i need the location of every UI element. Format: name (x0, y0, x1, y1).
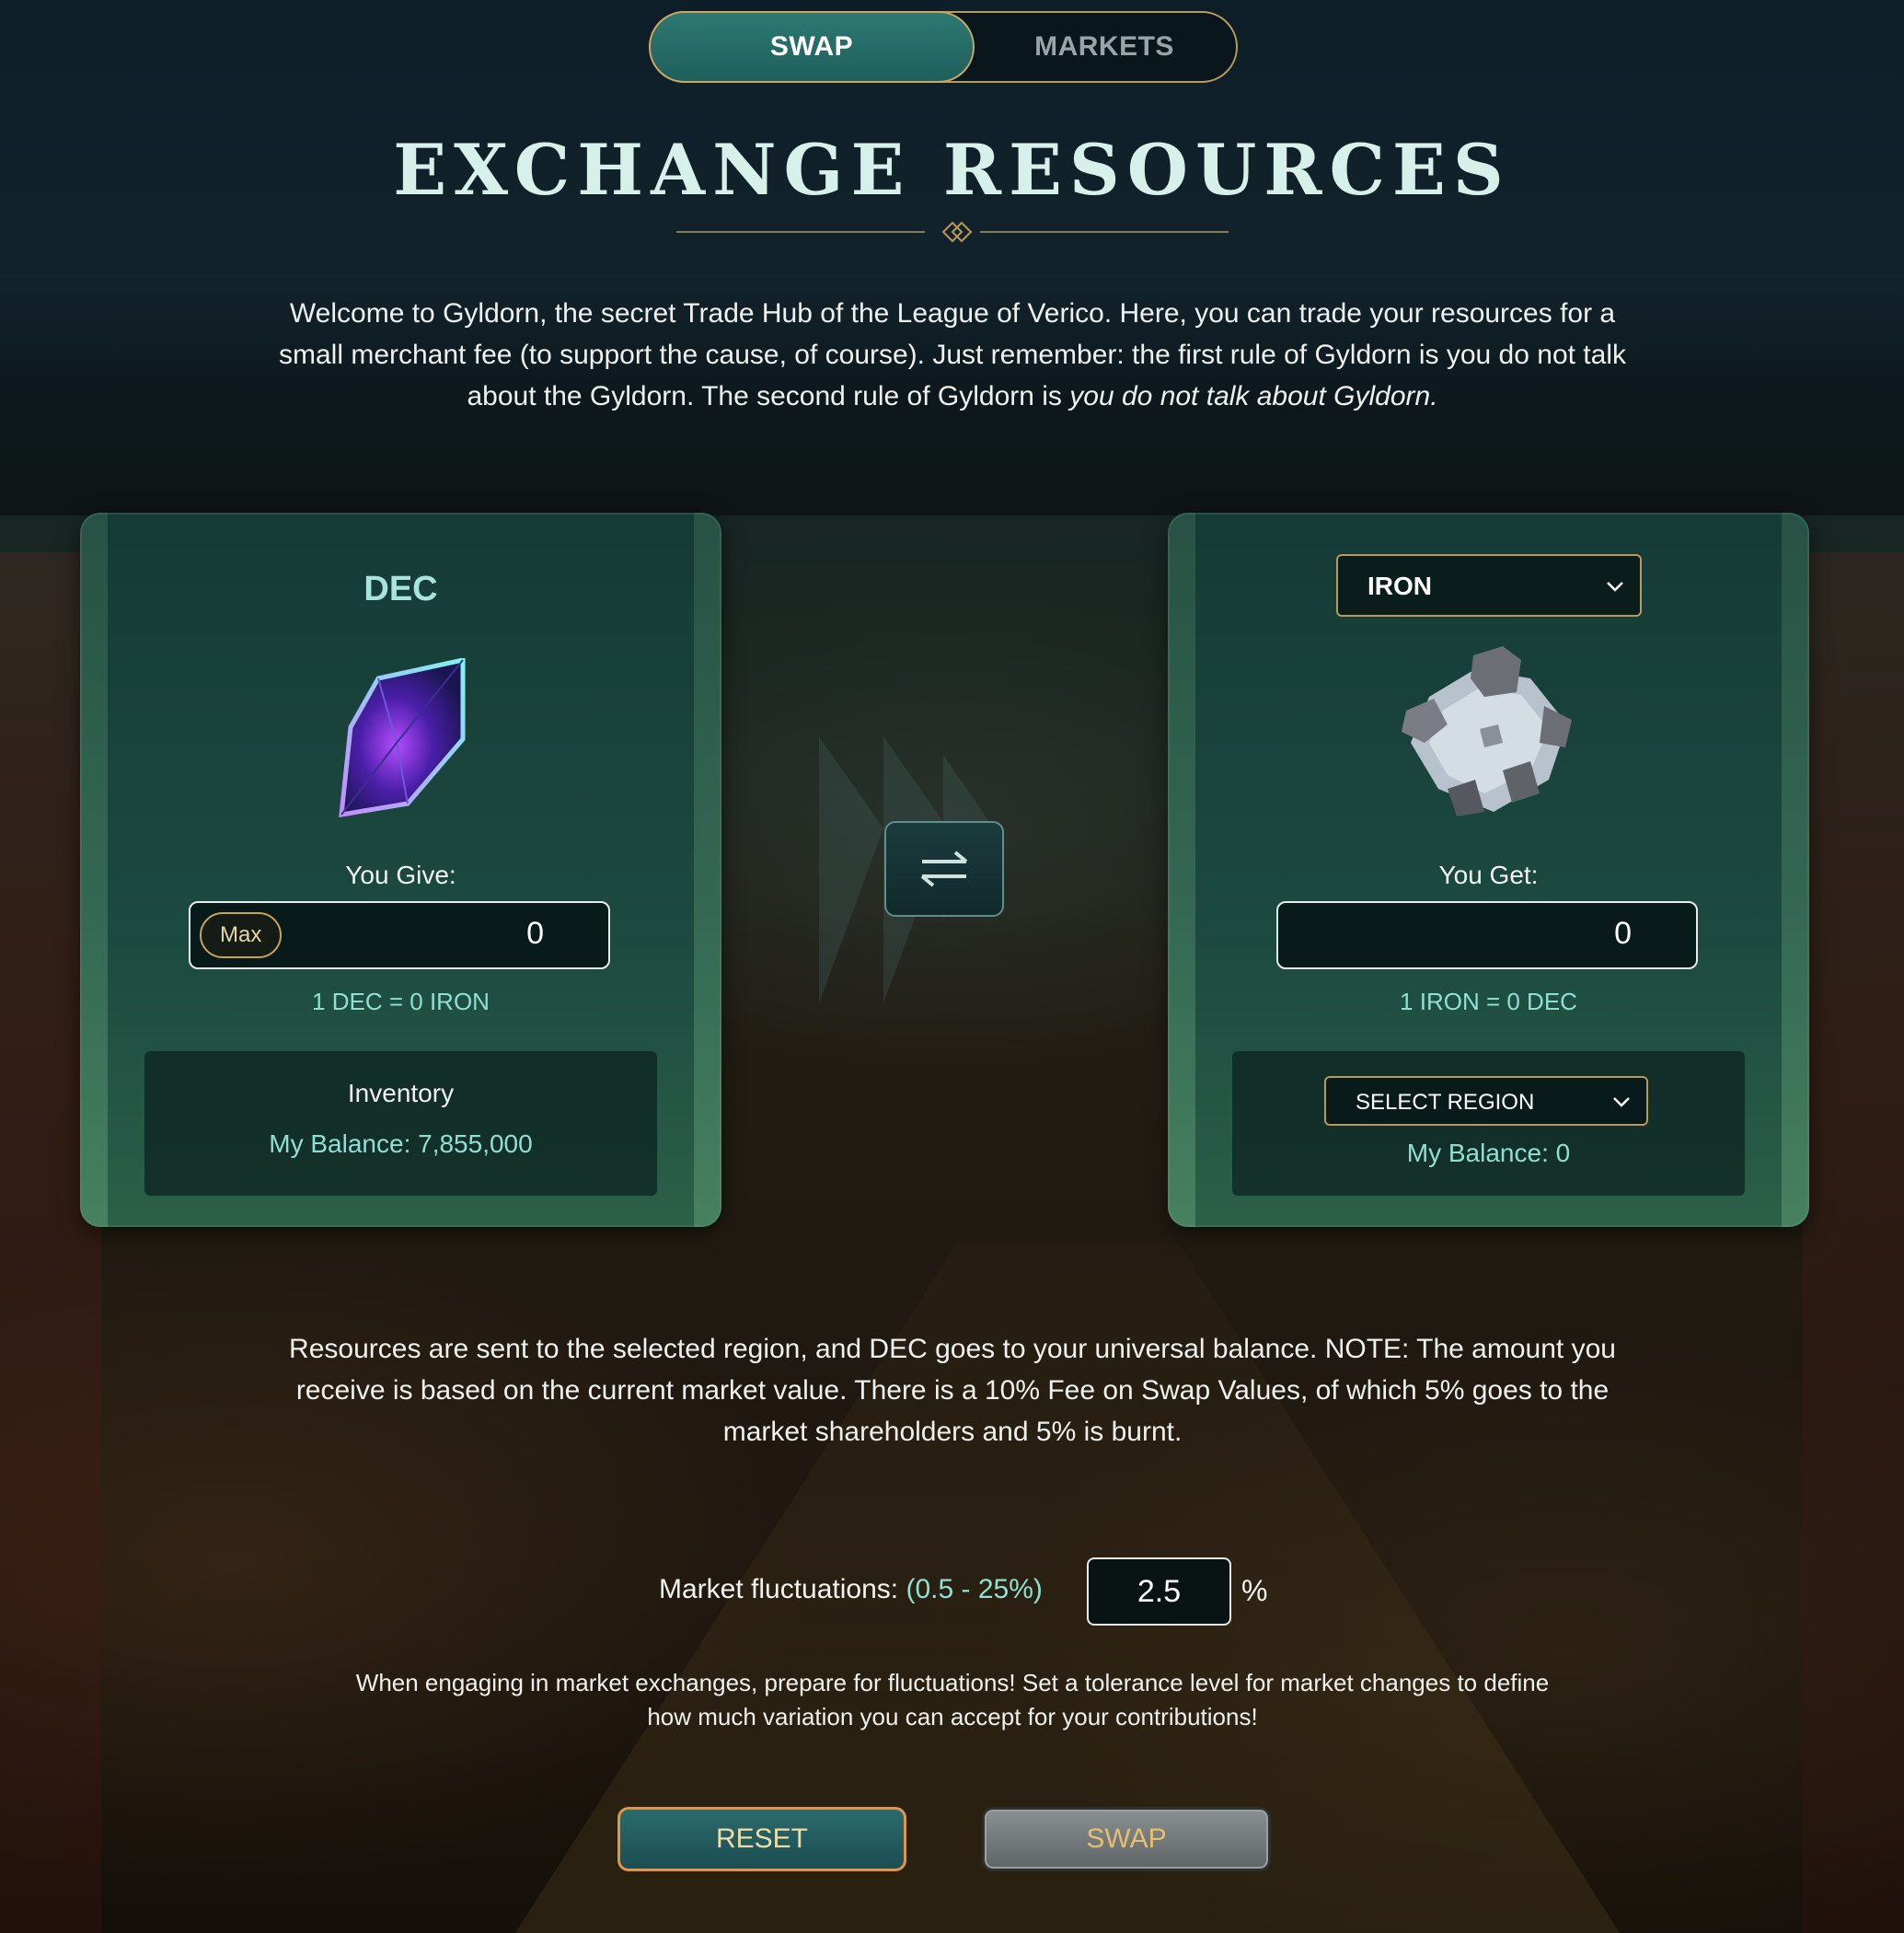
give-exchange-rate: 1 DEC = 0 IRON (312, 988, 490, 1015)
give-amount-value: 0 (526, 916, 544, 951)
tab-swap[interactable]: SWAP (649, 11, 975, 83)
max-button[interactable]: Max (200, 912, 283, 958)
fluctuation-range: (0.5 - 25%) (906, 1574, 1043, 1604)
chevron-down-icon (1607, 582, 1623, 592)
fluctuation-input[interactable]: 2.5 (1087, 1557, 1231, 1626)
resource-select[interactable]: IRON (1336, 554, 1642, 617)
page-title: EXCHANGE RESOURCES (393, 129, 1511, 211)
fee-note: Resources are sent to the selected regio… (289, 1334, 1616, 1447)
background-stall-right (1803, 552, 1904, 1933)
region-select[interactable]: SELECT REGION (1324, 1076, 1648, 1126)
get-panel: IRON You Get: 0 1 IRON = 0 DEC SELECT RE… (1168, 513, 1809, 1227)
reset-button[interactable]: RESET (617, 1807, 906, 1871)
iron-ore-icon (1401, 646, 1572, 816)
give-balance: My Balance: 7,855,000 (269, 1129, 533, 1158)
fluctuation-label-text: Market fluctuations: (659, 1574, 899, 1604)
inventory-box: Inventory My Balance: 7,855,000 (144, 1051, 657, 1196)
get-balance: My Balance: 0 (1406, 1139, 1571, 1167)
get-amount-input[interactable]: 0 (1276, 901, 1698, 969)
give-panel: DEC You Give: Max 0 1 DEC = 0 IRON Inven… (80, 513, 721, 1227)
fluctuation-help-text: When engaging in market exchanges, prepa… (355, 1669, 1550, 1730)
fluctuation-unit: % (1241, 1574, 1268, 1607)
tab-markets[interactable]: MARKETS (973, 13, 1236, 81)
fluctuation-label: Market fluctuations: (0.5 - 25%) (659, 1574, 1043, 1605)
market-fluctuation-row: Market fluctuations: (0.5 - 25%) 2.5 % (0, 1557, 1904, 1626)
swap-button[interactable]: SWAP (982, 1807, 1271, 1871)
intro-emphasis: you do not talk about Gyldorn. (1069, 381, 1438, 411)
give-amount-input[interactable]: Max 0 (189, 901, 610, 969)
resource-select-value: IRON (1367, 572, 1432, 600)
get-amount-value: 0 (1614, 916, 1632, 951)
you-give-label: You Give: (345, 861, 456, 889)
give-resource-name: DEC (363, 570, 438, 608)
intro-text: Welcome to Gyldorn, the secret Trade Hub… (276, 293, 1629, 417)
inventory-label: Inventory (347, 1079, 455, 1107)
region-select-value: SELECT REGION (1356, 1090, 1535, 1115)
chevron-down-icon (1613, 1097, 1630, 1107)
top-tab-bar: SWAP MARKETS (649, 11, 1238, 83)
get-exchange-rate: 1 IRON = 0 DEC (1400, 988, 1577, 1015)
swap-arrows-icon (920, 851, 968, 887)
you-get-label: You Get: (1438, 861, 1539, 889)
swap-direction-button[interactable] (884, 821, 1004, 917)
dec-crystal-icon (338, 658, 465, 818)
title-divider-ornament (676, 221, 1229, 243)
